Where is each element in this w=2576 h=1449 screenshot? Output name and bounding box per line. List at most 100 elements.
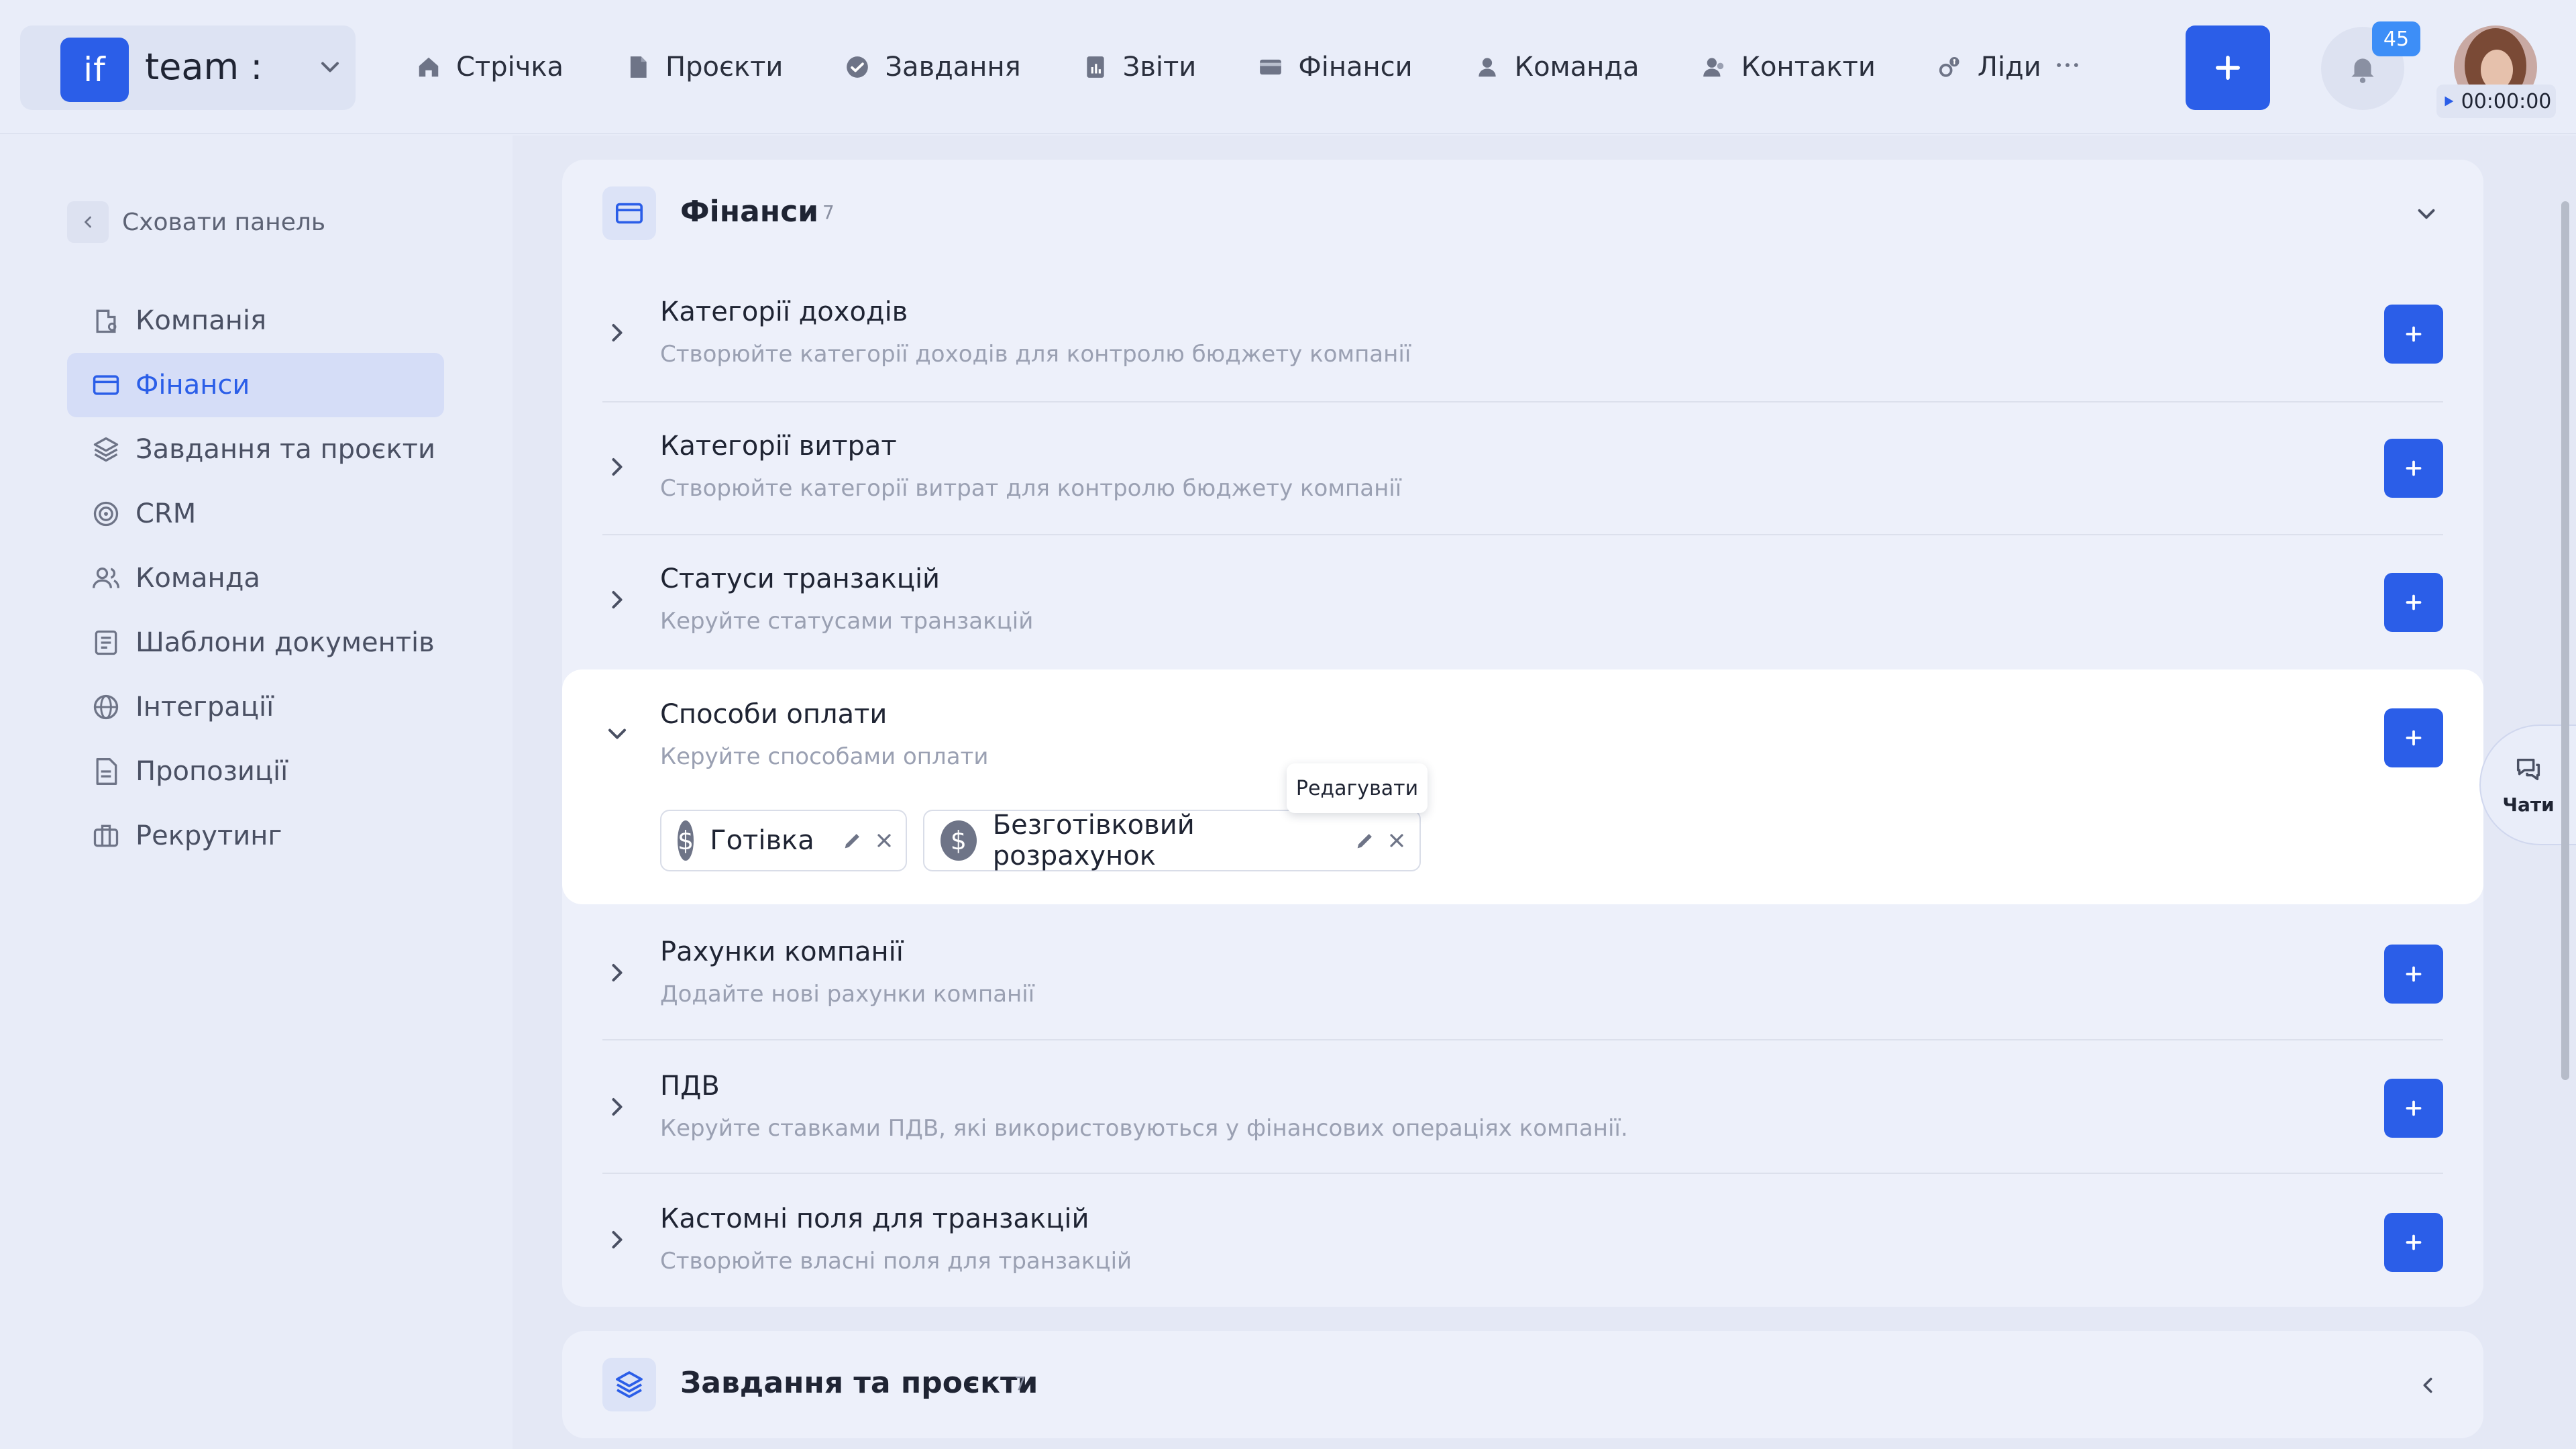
sidebar-item-crm[interactable]: CRM: [67, 482, 444, 546]
nav-label: Контакти: [1741, 52, 1876, 83]
chevron-left-icon[interactable]: [2415, 1373, 2440, 1398]
global-add-button[interactable]: [2186, 25, 2270, 110]
section-custom-fields[interactable]: Кастомні поля для транзакцій Створюйте в…: [602, 1202, 2443, 1283]
section-title: Категорії доходів: [660, 297, 908, 327]
divider: [602, 1173, 2443, 1174]
user-icon: [1474, 54, 1515, 80]
sidebar-item-company[interactable]: Компанія: [67, 288, 444, 353]
section-description: Створюйте власні поля для транзакцій: [660, 1248, 1132, 1275]
chevron-down-icon[interactable]: [602, 719, 632, 749]
divider: [602, 401, 2443, 402]
section-company-accounts[interactable]: Рахунки компанії Додайте нові рахунки ко…: [602, 935, 2443, 1016]
leads-icon: [1937, 54, 1978, 80]
section-title: Статуси транзакцій: [660, 564, 941, 594]
plus-icon: [2401, 321, 2426, 347]
chevron-right-icon[interactable]: [602, 958, 632, 987]
brand-name: team :: [145, 46, 263, 88]
sidebar-item-doc-templates[interactable]: Шаблони документів: [67, 610, 444, 675]
nav-label: Фінанси: [1298, 52, 1413, 83]
wallet-icon: [1258, 54, 1298, 80]
add-income-category-button[interactable]: [2384, 305, 2443, 364]
card-icon: [602, 186, 656, 240]
chevron-right-icon[interactable]: [602, 1092, 632, 1122]
nav-item-feed[interactable]: Стрічка: [416, 52, 564, 83]
plus-icon: [2401, 590, 2426, 615]
sidebar-item-tasks-projects[interactable]: Завдання та проєкти: [67, 417, 444, 482]
sidebar-item-label: CRM: [136, 498, 197, 529]
section-title: Кастомні поля для транзакцій: [660, 1203, 1089, 1234]
card-icon: [91, 370, 136, 400]
sidebar-item-label: Компанія: [136, 305, 267, 336]
template-icon: [91, 628, 136, 657]
finance-card-count: 7: [822, 201, 835, 223]
scrollbar[interactable]: [2561, 201, 2569, 1080]
chevron-right-icon[interactable]: [602, 318, 632, 347]
section-vat[interactable]: ПДВ Керуйте ставками ПДВ, які використов…: [602, 1069, 2443, 1150]
sidebar-item-label: Завдання та проєкти: [136, 434, 435, 465]
section-title: Категорії витрат: [660, 431, 897, 462]
section-description: Створюйте категорії доходів для контролю…: [660, 341, 1411, 368]
plus-icon: [2401, 1230, 2426, 1255]
chevron-right-icon[interactable]: [602, 1225, 632, 1254]
chevron-right-icon[interactable]: [602, 452, 632, 482]
nav-item-team[interactable]: Команда: [1474, 52, 1640, 83]
payment-method-chip[interactable]: $ Безготівковий розрахунок: [923, 810, 1421, 871]
briefcase-icon: [91, 821, 136, 851]
close-icon[interactable]: [1377, 830, 1407, 851]
plus-icon: [2401, 455, 2426, 481]
section-title: ПДВ: [660, 1071, 720, 1102]
dollar-coin-icon: $: [941, 820, 977, 861]
add-custom-field-button[interactable]: [2384, 1213, 2443, 1272]
sidebar-item-recruiting[interactable]: Рекрутинг: [67, 804, 444, 868]
document-icon: [625, 54, 665, 80]
pencil-icon[interactable]: [1344, 829, 1377, 852]
nav-label: Звіти: [1122, 52, 1197, 83]
nav-item-finance[interactable]: Фінанси: [1258, 52, 1413, 83]
chevron-down-icon[interactable]: [2412, 200, 2440, 228]
company-icon: [91, 306, 136, 335]
play-icon: [2441, 94, 2461, 109]
section-expense-categories[interactable]: Категорії витрат Створюйте категорії вит…: [602, 429, 2443, 510]
divider: [602, 534, 2443, 535]
section-transaction-statuses[interactable]: Статуси транзакцій Керуйте статусами тра…: [602, 562, 2443, 643]
section-description: Додайте нові рахунки компанії: [660, 981, 1035, 1008]
hide-panel-button[interactable]: Сховати панель: [67, 201, 325, 243]
section-payment-methods[interactable]: Способи оплати Керуйте способами оплати: [602, 696, 2443, 777]
more-icon[interactable]: [2053, 50, 2082, 80]
nav-item-contacts[interactable]: Контакти: [1701, 52, 1876, 83]
add-transaction-status-button[interactable]: [2384, 573, 2443, 632]
home-icon: [416, 54, 456, 80]
sidebar-list: Компанія Фінанси Завдання та проєкти CRM…: [67, 288, 444, 868]
sidebar-item-label: Фінанси: [136, 370, 250, 400]
section-description: Керуйте статусами транзакцій: [660, 608, 1034, 635]
nav-label: Завдання: [885, 52, 1021, 83]
add-expense-category-button[interactable]: [2384, 439, 2443, 498]
section-description: Керуйте ставками ПДВ, які використовують…: [660, 1115, 1628, 1142]
add-company-account-button[interactable]: [2384, 945, 2443, 1004]
sidebar-item-proposals[interactable]: Пропозиції: [67, 739, 444, 804]
payment-method-chip[interactable]: $ Готівка: [660, 810, 907, 871]
chevron-right-icon[interactable]: [602, 585, 632, 614]
settings-sidebar: Сховати панель Компанія Фінанси Завдання…: [0, 136, 511, 1449]
workspace-switcher[interactable]: if team :: [20, 25, 356, 110]
sidebar-item-team[interactable]: Команда: [67, 546, 444, 610]
nav-item-tasks[interactable]: Завдання: [845, 52, 1021, 83]
sidebar-item-label: Команда: [136, 563, 260, 594]
pencil-icon[interactable]: [832, 829, 864, 852]
sidebar-item-finance[interactable]: Фінанси: [67, 353, 444, 417]
time-tracker[interactable]: 00:00:00: [2436, 85, 2556, 118]
chat-icon: [2513, 755, 2544, 794]
nav-item-projects[interactable]: Проєкти: [625, 52, 783, 83]
add-payment-method-button[interactable]: [2384, 708, 2443, 767]
main-nav: Стрічка Проєкти Завдання Звіти Фінанси К…: [416, 40, 2103, 94]
sidebar-item-label: Інтеграції: [136, 692, 274, 722]
nav-item-reports[interactable]: Звіти: [1083, 52, 1197, 83]
add-vat-button[interactable]: [2384, 1079, 2443, 1138]
close-icon[interactable]: [864, 830, 895, 851]
nav-item-leads[interactable]: Ліди: [1937, 52, 2041, 83]
globe-icon: [91, 692, 136, 722]
section-income-categories[interactable]: Категорії доходів Створюйте категорії до…: [602, 295, 2443, 376]
section-description: Керуйте способами оплати: [660, 743, 989, 770]
sidebar-item-integrations[interactable]: Інтеграції: [67, 675, 444, 739]
tasks-projects-card-count: 7: [1014, 1373, 1026, 1395]
